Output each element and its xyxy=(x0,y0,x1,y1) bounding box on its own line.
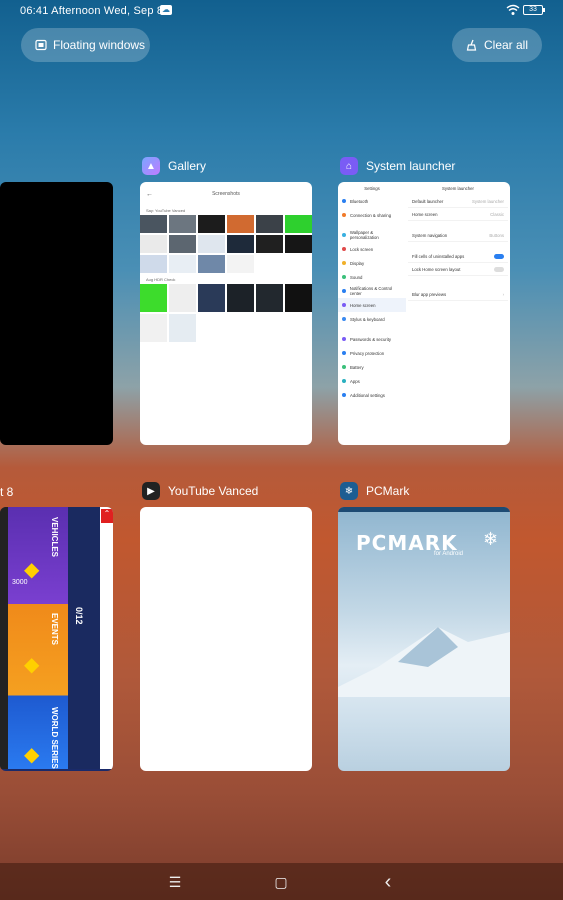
navigation-bar: ☰ ▢ ‹ xyxy=(0,863,563,900)
system-launcher-header[interactable]: ⌂ System launcher xyxy=(340,157,455,175)
gallery-app-name: Gallery xyxy=(168,159,207,173)
battery-icon: 33 xyxy=(523,5,545,15)
settings-item: Stylus & keyboard xyxy=(338,312,406,326)
back-arrow-icon: ← xyxy=(146,190,153,198)
floating-windows-button[interactable]: Floating windows xyxy=(21,28,150,62)
settings-item: Notifications & Control center xyxy=(338,284,406,298)
wifi-icon xyxy=(506,4,520,15)
gallery-header[interactable]: ▲ Gallery xyxy=(142,157,206,175)
launcher-row: Blur app previews › xyxy=(408,288,508,301)
launcher-app-icon: ⌂ xyxy=(340,157,358,175)
game-close-icon: ⌃ xyxy=(101,509,113,523)
game-world-series-label: WORLD SERIES xyxy=(50,707,59,769)
system-launcher-card[interactable]: Settings Bluetooth Connection & sharing … xyxy=(338,182,510,445)
settings-item: Sound xyxy=(338,270,406,284)
settings-item: Connection & sharing xyxy=(338,208,406,222)
clear-all-label: Clear all xyxy=(484,38,529,52)
pcmark-app-name: PCMark xyxy=(366,484,410,498)
gallery-section-2: Aug HDR Check xyxy=(146,277,176,282)
settings-item: Lock screen xyxy=(338,242,406,256)
pcmark-card[interactable]: PCMARK ❄ for Android xyxy=(338,507,510,771)
settings-header: Settings xyxy=(364,185,380,191)
launcher-panel-header: System launcher xyxy=(441,186,474,191)
back-icon[interactable]: ‹ xyxy=(378,872,398,892)
settings-item-selected: Home screen xyxy=(338,298,406,312)
floating-window-icon xyxy=(35,39,47,51)
gallery-preview-title: Screenshots xyxy=(212,191,240,197)
home-icon[interactable]: ▢ xyxy=(271,872,291,892)
launcher-row: Lock Home screen layout xyxy=(408,263,508,276)
partial-app-name: t 8 xyxy=(0,485,14,499)
settings-item: Additional settings xyxy=(338,388,406,402)
settings-item: Display xyxy=(338,256,406,270)
launcher-row: Fill cells of uninstalled apps xyxy=(408,250,508,263)
youtube-vanced-app-name: YouTube Vanced xyxy=(168,484,259,498)
game-card[interactable]: ◆ ◆ ◆ 3000 VEHICLES EVENTS WORLD SERIES … xyxy=(0,507,113,771)
settings-item: Passwords & security xyxy=(338,332,406,346)
settings-item: Bluetooth xyxy=(338,194,406,208)
gallery-thumbnails-2 xyxy=(140,284,312,344)
gallery-app-icon: ▲ xyxy=(142,157,160,175)
settings-item: Wallpaper & personalization xyxy=(338,228,406,242)
status-bar: 06:41 Afternoon Wed, Sep 8 ☁ 33 xyxy=(0,0,563,24)
gallery-section-1: Say: YouTube Vanced xyxy=(146,208,186,213)
clear-all-button[interactable]: Clear all xyxy=(452,28,542,62)
trophy-icon: ◆ xyxy=(24,744,40,766)
app-card-partial-left[interactable] xyxy=(0,182,113,445)
youtube-vanced-app-icon: ▶ xyxy=(142,482,160,500)
gallery-preview-toolbar: ← Screenshots xyxy=(140,182,312,206)
pcmark-sub: for Android xyxy=(434,551,464,557)
snowflake-icon: ❄ xyxy=(483,529,499,549)
settings-item: Battery xyxy=(338,360,406,374)
pcmark-header[interactable]: ❄ PCMark xyxy=(340,482,409,500)
broom-icon xyxy=(466,39,477,51)
toggle-off xyxy=(494,266,504,272)
toggle-on xyxy=(494,253,504,259)
pcmark-app-icon: ❄ xyxy=(340,482,358,500)
game-counter: 0/12 xyxy=(74,607,84,625)
system-launcher-app-name: System launcher xyxy=(366,159,456,173)
cloud-icon: ☁ xyxy=(160,5,172,15)
settings-list: Settings Bluetooth Connection & sharing … xyxy=(338,182,406,444)
floating-windows-label: Floating windows xyxy=(53,38,146,52)
launcher-row: Home screen Classic xyxy=(408,208,508,221)
status-time-date: 06:41 Afternoon Wed, Sep 8 xyxy=(20,5,164,17)
game-events-label: EVENTS xyxy=(50,613,59,646)
settings-item: Privacy protection xyxy=(338,346,406,360)
gallery-thumbnails-1 xyxy=(140,215,312,275)
launcher-row: System navigation Buttons xyxy=(408,229,508,242)
trophy-icon: ◆ xyxy=(24,654,40,676)
menu-icon[interactable]: ☰ xyxy=(165,872,185,892)
youtube-vanced-header[interactable]: ▶ YouTube Vanced xyxy=(142,482,258,500)
settings-item: Apps xyxy=(338,374,406,388)
game-score: 3000 xyxy=(12,579,28,586)
launcher-row: Default launcher System launcher xyxy=(408,195,508,208)
launcher-settings-panel: System launcher Default launcher System l… xyxy=(408,182,508,444)
youtube-vanced-card[interactable] xyxy=(140,507,312,771)
partial-app-header[interactable]: t 8 xyxy=(0,485,13,499)
game-vehicles-label: VEHICLES xyxy=(50,517,59,558)
mountain-illustration xyxy=(338,627,510,697)
gallery-card[interactable]: ← Screenshots Say: YouTube Vanced Aug HD… xyxy=(140,182,312,445)
